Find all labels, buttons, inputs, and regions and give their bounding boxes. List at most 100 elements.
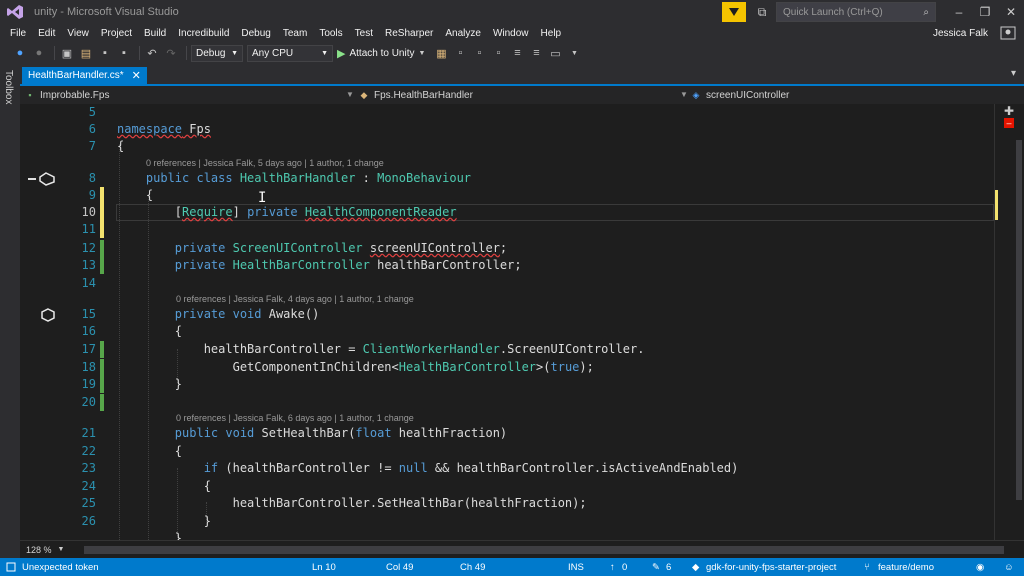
indent-icon[interactable]: ≡ xyxy=(509,45,525,61)
pencil-icon[interactable]: ✎ xyxy=(652,558,660,576)
type-name: HealthComponentReader xyxy=(304,205,457,219)
code-line: 8 public class HealthBarHandler : MonoBe… xyxy=(20,170,994,187)
keyword: true xyxy=(550,360,580,374)
codelens-info[interactable]: 0 references | Jessica Falk, 6 days ago … xyxy=(176,411,414,425)
code-line: 15 private void Awake() xyxy=(20,306,994,323)
solution-platform-dropdown[interactable]: Any CPU ▼ xyxy=(247,44,333,62)
chevron-down-icon[interactable]: ▼ xyxy=(419,50,426,57)
column-indicator[interactable]: Col 49 xyxy=(386,558,413,576)
notification-flag-icon[interactable] xyxy=(722,2,746,22)
quick-launch-input[interactable]: Quick Launch (Ctrl+Q) ⌕ xyxy=(776,2,936,22)
quick-launch-placeholder: Quick Launch (Ctrl+Q) xyxy=(783,6,883,18)
menu-project[interactable]: Project xyxy=(101,28,132,39)
expand-icon[interactable]: ✚ xyxy=(1004,104,1014,118)
repository-name[interactable]: gdk-for-unity-fps-starter-project xyxy=(706,558,836,576)
back-icon[interactable]: ● xyxy=(12,45,28,61)
menu-file[interactable]: File xyxy=(10,28,26,39)
undo-icon[interactable]: ↶ xyxy=(144,45,160,61)
code-line: 19 } xyxy=(20,376,994,393)
codelens-info[interactable]: 0 references | Jessica Falk, 4 days ago … xyxy=(176,292,414,306)
arrow-up-icon[interactable]: ↑ xyxy=(610,558,615,576)
menu-debug[interactable]: Debug xyxy=(241,28,270,39)
member-dropdown[interactable]: ◈ screenUIController xyxy=(690,86,990,104)
save-all-icon[interactable]: ▪ xyxy=(116,45,132,61)
menu-incredibuild[interactable]: Incredibuild xyxy=(178,28,229,39)
feedback-icon[interactable]: ☺ xyxy=(1004,558,1014,576)
close-icon[interactable]: ✕ xyxy=(132,69,141,82)
identifier: (healthBarController != xyxy=(218,461,399,475)
keyword: private xyxy=(117,241,233,255)
save-icon[interactable]: ▪ xyxy=(97,45,113,61)
line-number: 7 xyxy=(88,139,96,153)
keyword: private xyxy=(117,258,233,272)
line-indicator[interactable]: Ln 10 xyxy=(312,558,336,576)
insert-mode-indicator[interactable]: INS xyxy=(568,558,584,576)
open-file-icon[interactable]: ▤ xyxy=(78,45,94,61)
code-text: } xyxy=(117,377,183,391)
project-dropdown[interactable]: ▪ Improbable.Fps xyxy=(24,86,364,104)
play-icon[interactable]: ▶ xyxy=(337,47,345,60)
line-number: 8 xyxy=(88,171,96,185)
feedback-icon[interactable]: ⧉ xyxy=(754,0,770,24)
customize-toolbar-icon[interactable]: ▼ xyxy=(566,45,582,61)
outdent-icon[interactable]: ≡ xyxy=(528,45,544,61)
toggle-bookmark-icon[interactable]: ▭ xyxy=(547,45,563,61)
attach-to-unity-button[interactable]: Attach to Unity xyxy=(349,48,414,59)
menu-resharper[interactable]: ReSharper xyxy=(385,28,433,39)
close-button[interactable]: ✕ xyxy=(998,0,1024,24)
minimize-button[interactable]: – xyxy=(946,0,972,24)
branch-name[interactable]: feature/demo xyxy=(878,558,934,576)
visual-studio-logo-icon xyxy=(0,0,30,24)
code-editor[interactable]: 5 6 namespace Fps 7 { 0 references | Jes… xyxy=(20,104,994,540)
comment-icon[interactable]: ▫ xyxy=(471,45,487,61)
menu-window[interactable]: Window xyxy=(493,28,529,39)
account-avatar-icon[interactable] xyxy=(1000,26,1016,40)
pending-changes-count[interactable]: 6 xyxy=(666,558,671,576)
tab-healthbarhandler[interactable]: HealthBarHandler.cs* ✕ xyxy=(22,67,147,84)
punctuation: >( xyxy=(536,360,551,374)
menu-analyze[interactable]: Analyze xyxy=(445,28,481,39)
forward-icon[interactable]: ● xyxy=(31,45,47,61)
restore-button[interactable]: ❐ xyxy=(972,0,998,24)
menu-team[interactable]: Team xyxy=(283,28,307,39)
solution-configuration-dropdown[interactable]: Debug ▼ xyxy=(191,44,243,62)
bookmark-icon[interactable]: ▫ xyxy=(452,45,468,61)
menu-tools[interactable]: Tools xyxy=(319,28,342,39)
type-dropdown[interactable]: ◆ Fps.HealthBarHandler xyxy=(358,86,678,104)
tab-overflow-icon[interactable]: ▾ xyxy=(1011,68,1016,79)
menu-help[interactable]: Help xyxy=(541,28,562,39)
repository-icon[interactable]: ◆ xyxy=(692,558,699,576)
scrollbar-thumb[interactable] xyxy=(1016,140,1022,500)
toolbar-separator xyxy=(186,46,187,60)
menu-view[interactable]: View xyxy=(67,28,89,39)
error-marker-icon[interactable]: – xyxy=(1004,118,1014,128)
code-text: namespace Fps xyxy=(117,121,211,138)
char-indicator[interactable]: Ch 49 xyxy=(460,558,485,576)
branch-icon[interactable]: ⑂ xyxy=(864,558,870,576)
line-number: 14 xyxy=(81,276,96,290)
line-number: 16 xyxy=(81,324,96,338)
redo-icon[interactable]: ↷ xyxy=(163,45,179,61)
notifications-icon[interactable]: ◉ xyxy=(976,558,984,576)
codelens-info[interactable]: 0 references | Jessica Falk, 5 days ago … xyxy=(146,156,384,170)
solution-explorer-icon[interactable]: ▦ xyxy=(433,45,449,61)
menu-edit[interactable]: Edit xyxy=(38,28,55,39)
keyword: private xyxy=(247,205,298,219)
chevron-down-icon: ▼ xyxy=(321,49,328,57)
uncomment-icon[interactable]: ▫ xyxy=(490,45,506,61)
account-name[interactable]: Jessica Falk xyxy=(933,28,988,39)
toolbox-tab[interactable]: Toolbox xyxy=(3,70,14,104)
horizontal-scrollbar[interactable] xyxy=(84,546,1004,554)
saved-change-marker xyxy=(100,359,104,376)
menu-build[interactable]: Build xyxy=(144,28,166,39)
chevron-down-icon[interactable]: ▼ xyxy=(58,546,65,553)
unpushed-commits-count[interactable]: 0 xyxy=(622,558,627,576)
code-line: } xyxy=(20,530,994,540)
code-line: 24 { xyxy=(20,478,994,495)
line-number: 19 xyxy=(81,377,96,391)
menu-test[interactable]: Test xyxy=(355,28,373,39)
status-bar: Unexpected token Ln 10 Col 49 Ch 49 INS … xyxy=(0,558,1024,576)
new-project-icon[interactable]: ▣ xyxy=(59,45,75,61)
scroll-change-marker xyxy=(995,190,998,220)
zoom-level-dropdown[interactable]: 128 % xyxy=(26,545,52,555)
